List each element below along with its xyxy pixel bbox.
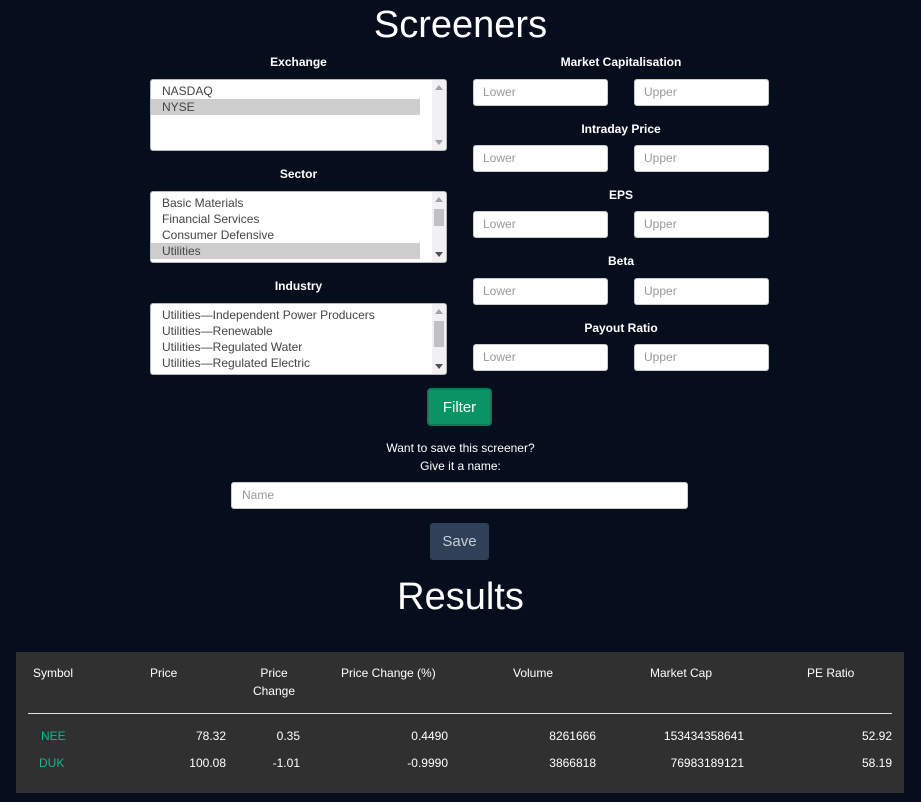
market-cap-label: Market Capitalisation	[560, 55, 682, 69]
sector-option-selected[interactable]: Utilities	[151, 243, 420, 259]
row-price: 100.08	[189, 756, 226, 770]
market-cap-upper-input[interactable]: Upper	[634, 79, 769, 106]
header-market-cap: Market Cap	[650, 666, 713, 680]
sector-option[interactable]: Financial Services	[151, 211, 420, 227]
exchange-scrollbar[interactable]	[432, 80, 446, 150]
eps-upper-input[interactable]: Upper	[634, 211, 769, 238]
market-cap-lower-input[interactable]: Lower	[473, 79, 608, 106]
scroll-up-icon[interactable]	[435, 197, 443, 202]
save-button[interactable]: Save	[430, 523, 489, 560]
scroll-thumb[interactable]	[434, 321, 444, 347]
intraday-price-label: Intraday Price	[581, 122, 661, 136]
scroll-down-icon[interactable]	[435, 252, 443, 257]
row-change-pct: -0.9990	[407, 756, 448, 770]
filter-button[interactable]: Filter	[427, 388, 492, 426]
industry-option[interactable]: Utilities—Independent Power Producers	[151, 307, 420, 323]
row-market-cap: 76983189121	[670, 756, 744, 770]
industry-scrollbar[interactable]	[432, 304, 446, 374]
row-volume: 3866818	[549, 756, 596, 770]
row-market-cap: 153434358641	[663, 729, 744, 743]
screener-name-input[interactable]: Name	[231, 482, 688, 509]
header-price-change: Price Change	[244, 664, 304, 700]
industry-option[interactable]: Utilities—Regulated Electric	[151, 355, 420, 371]
header-volume: Volume	[513, 666, 554, 680]
row-symbol[interactable]: DUK	[39, 755, 64, 771]
header-price-change-line1: Price	[260, 666, 288, 680]
eps-label: EPS	[608, 188, 633, 202]
header-symbol: Symbol	[33, 666, 74, 680]
header-price: Price	[150, 666, 178, 680]
row-change: 0.35	[276, 729, 300, 743]
industry-select[interactable]: Utilities—Independent Power Producers Ut…	[150, 303, 447, 375]
row-price: 78.32	[195, 729, 226, 743]
sector-label: Sector	[279, 167, 318, 181]
payout-ratio-lower-input[interactable]: Lower	[473, 344, 608, 371]
header-divider	[28, 713, 892, 714]
row-pe: 52.92	[861, 729, 892, 743]
scroll-thumb[interactable]	[434, 209, 444, 226]
header-price-change-line2: Change	[252, 684, 296, 698]
payout-ratio-upper-input[interactable]: Upper	[634, 344, 769, 371]
row-symbol[interactable]: NEE	[41, 728, 66, 744]
scroll-down-icon[interactable]	[435, 140, 443, 145]
row-change: -1.01	[272, 756, 300, 770]
header-price-change-pct: Price Change (%)	[341, 666, 436, 680]
row-pe: 58.19	[861, 756, 892, 770]
payout-ratio-label: Payout Ratio	[584, 321, 658, 335]
beta-lower-input[interactable]: Lower	[473, 278, 608, 305]
sector-option[interactable]: Basic Materials	[151, 195, 420, 211]
beta-upper-input[interactable]: Upper	[634, 278, 769, 305]
eps-lower-input[interactable]: Lower	[473, 211, 608, 238]
industry-label: Industry	[274, 279, 323, 293]
save-name-prompt: Give it a name:	[420, 459, 501, 473]
row-change-pct: 0.4490	[411, 729, 448, 743]
industry-option[interactable]: Utilities—Regulated Water	[151, 339, 420, 355]
scroll-down-icon[interactable]	[435, 364, 443, 369]
page-title: Screeners	[373, 4, 548, 46]
industry-option[interactable]: Utilities—Renewable	[151, 323, 420, 339]
scroll-up-icon[interactable]	[435, 309, 443, 314]
results-table: Symbol Price Price Change Price Change (…	[16, 652, 904, 793]
sector-scrollbar[interactable]	[432, 192, 446, 262]
row-volume: 8261666	[549, 729, 596, 743]
intraday-price-lower-input[interactable]: Lower	[473, 145, 608, 172]
sector-select[interactable]: Basic Materials Financial Services Consu…	[150, 191, 447, 263]
intraday-price-upper-input[interactable]: Upper	[634, 145, 769, 172]
exchange-label: Exchange	[270, 55, 327, 69]
scroll-up-icon[interactable]	[435, 85, 443, 90]
header-pe-ratio: PE Ratio	[807, 666, 855, 680]
results-title: Results	[397, 576, 524, 618]
save-prompt: Want to save this screener?	[386, 441, 535, 455]
exchange-option-nasdaq[interactable]: NASDAQ	[151, 83, 420, 99]
sector-option[interactable]: Consumer Defensive	[151, 227, 420, 243]
exchange-option-nyse[interactable]: NYSE	[151, 99, 420, 115]
beta-label: Beta	[607, 254, 634, 268]
exchange-select[interactable]: NASDAQ NYSE	[150, 79, 447, 151]
